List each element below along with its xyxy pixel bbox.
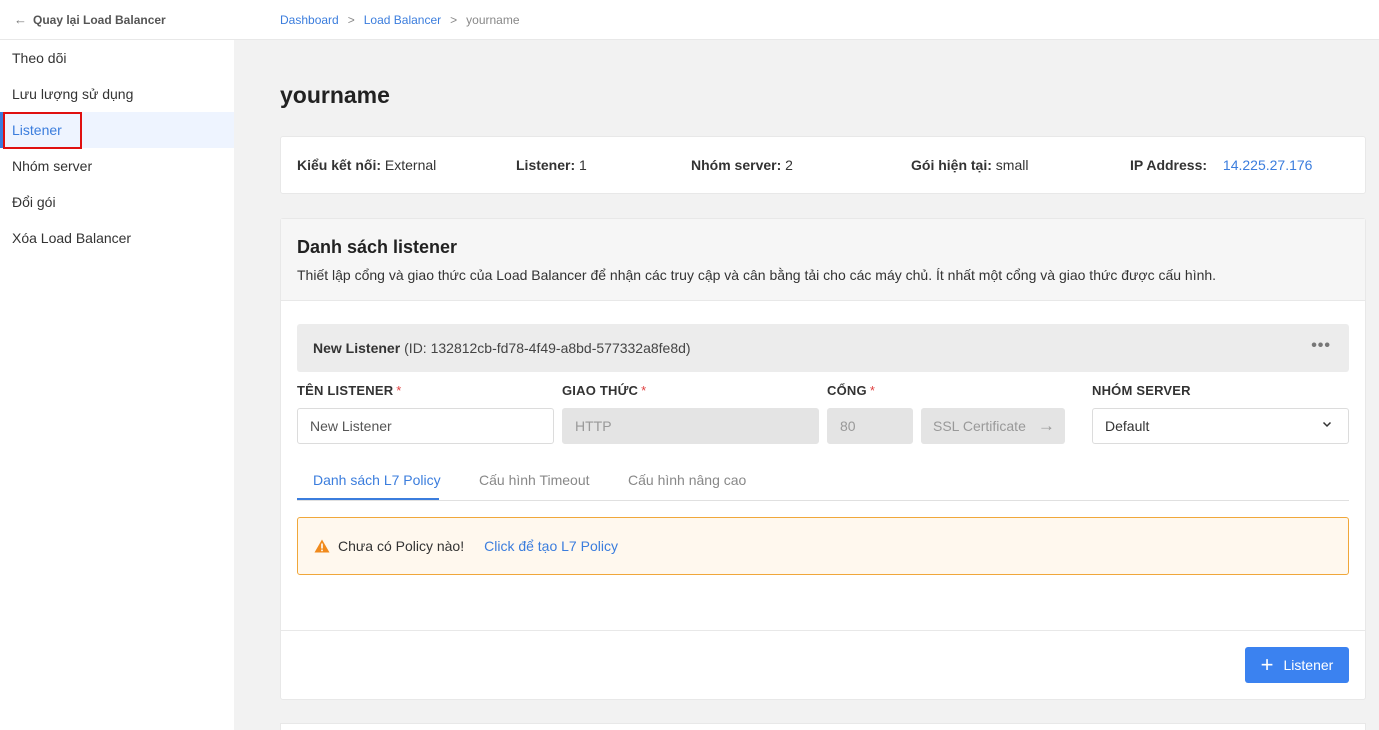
alert-message: Chưa có Policy nào!: [338, 538, 465, 554]
chevron-down-icon: [1322, 418, 1332, 432]
next-section-card: [280, 723, 1366, 730]
sidebar-item-label: Nhóm server: [12, 158, 93, 174]
sidebar-item-delete-load-balancer[interactable]: Xóa Load Balancer: [0, 220, 234, 256]
listener-name-input-value: New Listener: [310, 418, 392, 434]
page-title: yourname: [280, 82, 390, 108]
sidebar-item-change-plan[interactable]: Đổi gói: [0, 184, 234, 220]
current-plan-value: small: [995, 157, 1029, 173]
ssl-certificate-label: SSL Certificate: [933, 418, 1026, 434]
no-policy-alert: Chưa có Policy nào! Click để tạo L7 Poli…: [297, 517, 1349, 575]
port-input-value: 80: [840, 418, 856, 434]
required-mark: *: [869, 383, 876, 398]
connection-type-label: Kiểu kết nối:: [297, 157, 382, 173]
add-listener-button[interactable]: + Listener: [1245, 647, 1349, 683]
sidebar-item-label: Listener: [3, 111, 82, 149]
add-listener-label: Listener: [1283, 657, 1334, 673]
sidebar: ← Quay lại Load Balancer Theo dõi Lưu lư…: [0, 0, 234, 730]
field-label-text: GIAO THỨC: [562, 383, 639, 398]
sidebar-item-server-group[interactable]: Nhóm server: [0, 148, 234, 184]
listener-list-header: Danh sách listener Thiết lập cổng và gia…: [281, 219, 1365, 301]
sidebar-item-traffic-usage[interactable]: Lưu lượng sử dụng: [0, 76, 234, 112]
create-l7-policy-link[interactable]: Click để tạo L7 Policy: [484, 538, 618, 554]
sidebar-item-monitoring[interactable]: Theo dõi: [0, 40, 234, 76]
sidebar-item-listener[interactable]: Listener: [0, 111, 234, 149]
sidebar-item-label: Xóa Load Balancer: [12, 230, 132, 246]
server-group-count-value: 2: [785, 157, 793, 173]
protocol-input-value: HTTP: [575, 418, 612, 434]
breadcrumb-load-balancer[interactable]: Load Balancer: [364, 13, 441, 27]
listener-name-input[interactable]: New Listener: [297, 408, 554, 444]
listener-count: Listener: 1: [516, 157, 587, 173]
current-plan-label: Gói hiện tại:: [911, 157, 992, 173]
port-input: 80: [827, 408, 913, 444]
field-label-text: NHÓM SERVER: [1092, 383, 1191, 398]
listener-item-header: New Listener (ID: 132812cb-fd78-4f49-a8b…: [297, 324, 1349, 372]
warning-icon: [314, 539, 330, 553]
listener-count-label: Listener:: [516, 157, 576, 173]
breadcrumb-current: yourname: [466, 12, 520, 27]
sidebar-item-label: Theo dõi: [12, 50, 67, 66]
connection-type-value: External: [384, 157, 437, 173]
server-group-select[interactable]: Default: [1092, 408, 1349, 444]
tab-advanced-config[interactable]: Cấu hình nâng cao: [628, 472, 746, 488]
tab-l7-policy-list[interactable]: Danh sách L7 Policy: [313, 472, 441, 488]
listener-tabs: Danh sách L7 Policy Cấu hình Timeout Cấu…: [297, 462, 1349, 501]
listener-id: (ID: 132812cb-fd78-4f49-a8bd-577332a8fe8…: [404, 340, 691, 356]
plus-icon: +: [1260, 652, 1274, 677]
listener-list-description: Thiết lập cổng và giao thức của Load Bal…: [297, 267, 1217, 283]
server-group-count-label: Nhóm server:: [691, 157, 782, 173]
listener-list-card: Danh sách listener Thiết lập cổng và gia…: [280, 218, 1366, 700]
listener-count-value: 1: [579, 157, 587, 173]
more-options-icon[interactable]: •••: [1311, 337, 1331, 355]
server-group-count: Nhóm server: 2: [691, 157, 793, 173]
sidebar-item-label: Lưu lượng sử dụng: [12, 86, 134, 102]
active-tab-indicator: [297, 498, 439, 500]
listener-name-field-label: TÊN LISTENER *: [297, 383, 402, 398]
breadcrumb-separator: >: [450, 12, 458, 27]
connection-type: Kiểu kết nối: External: [297, 157, 436, 173]
back-to-load-balancer-link[interactable]: ← Quay lại Load Balancer: [0, 0, 234, 40]
breadcrumb-dashboard[interactable]: Dashboard: [280, 13, 339, 27]
ip-address-value[interactable]: 14.225.27.176: [1223, 157, 1313, 173]
field-label-text: CỔNG: [827, 383, 867, 398]
sidebar-item-label: Đổi gói: [12, 194, 56, 210]
protocol-input: HTTP: [562, 408, 819, 444]
ip-address-label: IP Address:: [1130, 157, 1208, 173]
tab-timeout-config[interactable]: Cấu hình Timeout: [479, 472, 590, 488]
server-group-select-value: Default: [1105, 418, 1150, 434]
current-plan: Gói hiện tại: small: [911, 157, 1028, 173]
breadcrumb-separator: >: [347, 12, 355, 27]
back-link-label: Quay lại Load Balancer: [33, 12, 166, 27]
listener-list-title: Danh sách listener: [297, 237, 458, 257]
server-group-field-label: NHÓM SERVER: [1092, 383, 1191, 398]
ssl-certificate-button: SSL Certificate →: [921, 408, 1065, 444]
required-mark: *: [641, 383, 647, 398]
summary-card: Kiểu kết nối: External Listener: 1 Nhóm …: [280, 136, 1366, 194]
breadcrumb: Dashboard > Load Balancer > yourname: [234, 0, 1379, 40]
field-label-text: TÊN LISTENER: [297, 383, 394, 398]
port-field-label: CỔNG *: [827, 383, 875, 398]
listener-name: New Listener: [313, 340, 401, 356]
card-footer-divider: [281, 630, 1365, 631]
arrow-left-icon: ←: [14, 12, 27, 27]
ip-address: IP Address: 14.225.27.176: [1130, 157, 1312, 173]
protocol-field-label: GIAO THỨC *: [562, 383, 646, 398]
arrow-right-icon: →: [1037, 416, 1055, 435]
required-mark: *: [396, 383, 402, 398]
